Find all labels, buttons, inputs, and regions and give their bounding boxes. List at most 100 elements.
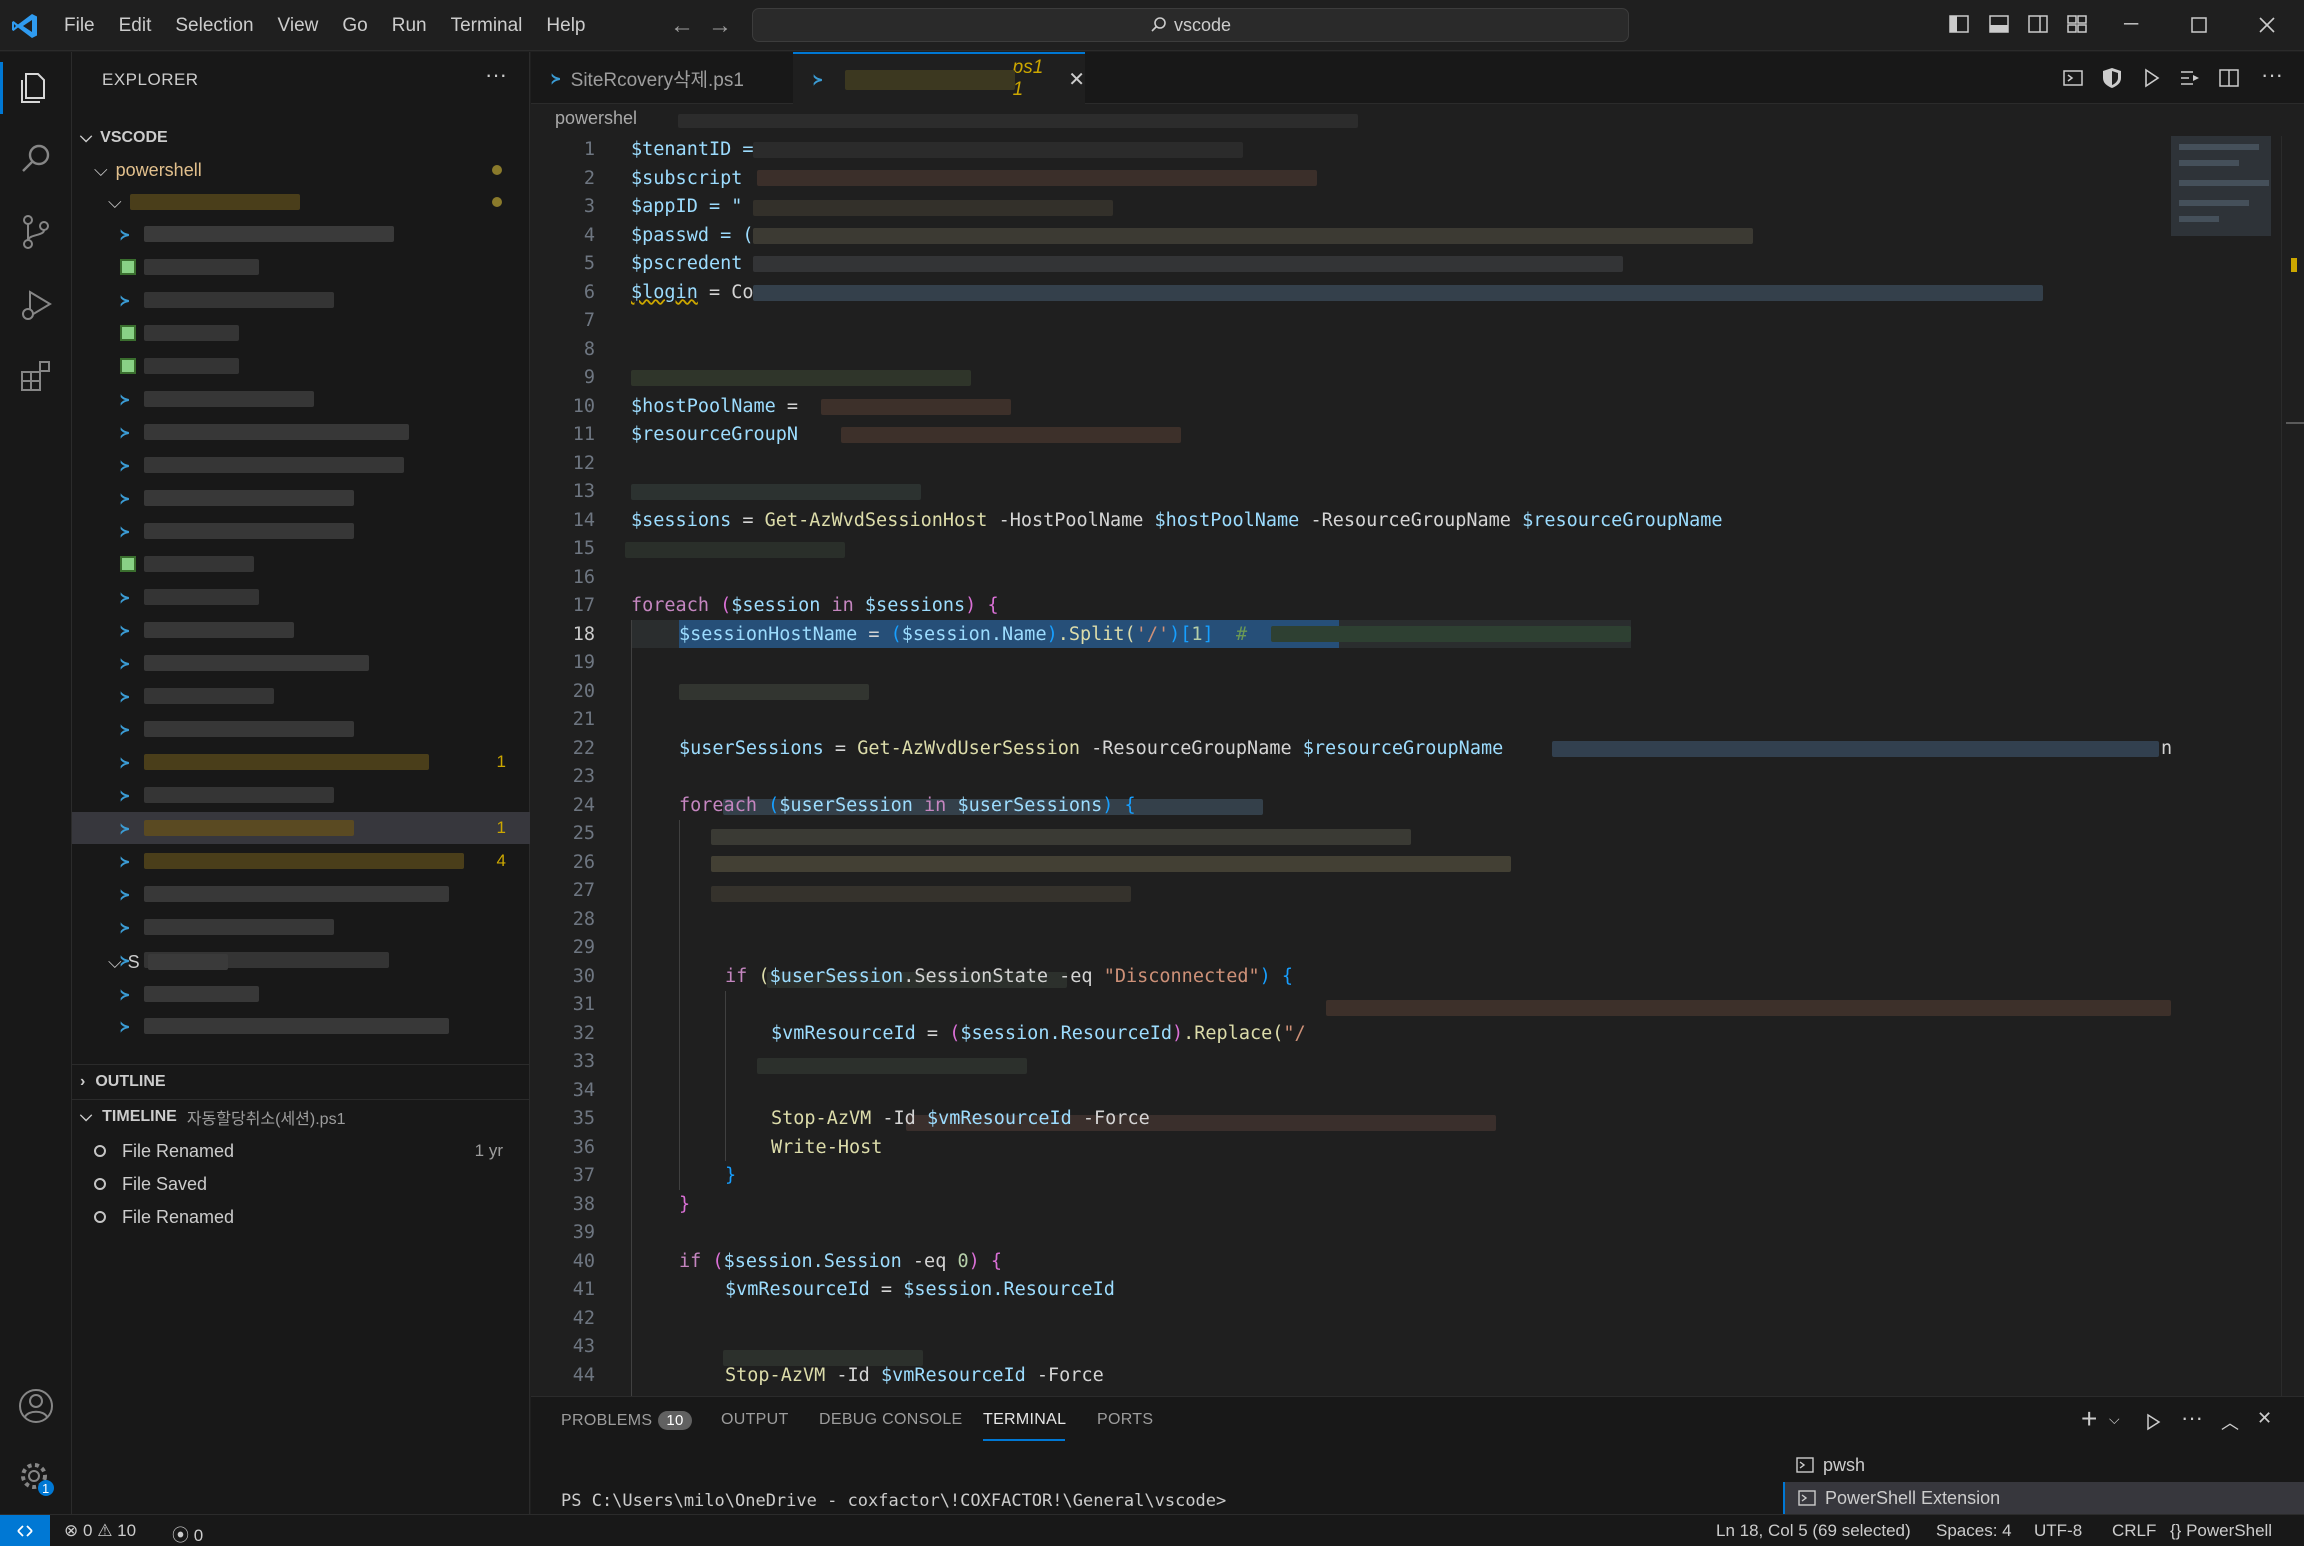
tab-ports[interactable]: PORTS xyxy=(1097,1411,1153,1429)
source-control-icon[interactable] xyxy=(16,212,56,252)
shield-icon[interactable] xyxy=(2101,66,2123,90)
back-arrow-icon[interactable]: ← xyxy=(670,12,694,40)
file-row[interactable]: ≻ xyxy=(72,383,530,415)
file-row[interactable]: ≻ xyxy=(72,449,530,481)
menu-run[interactable]: Run xyxy=(392,15,427,37)
customize-layout-icon[interactable] xyxy=(2066,13,2088,35)
file-row[interactable]: ≻ xyxy=(72,581,530,613)
more-actions-icon[interactable]: ··· xyxy=(485,62,507,88)
tab-siterecovery[interactable]: ≻ SiteRcovery삭제.ps1 xyxy=(531,52,793,104)
menu-help[interactable]: Help xyxy=(546,15,585,37)
minimap[interactable] xyxy=(2171,136,2304,1396)
run-debug-icon[interactable] xyxy=(16,284,56,324)
line-number: 42 xyxy=(572,1307,595,1329)
file-row[interactable]: ≻ 1 xyxy=(72,812,530,844)
redacted xyxy=(753,200,1113,216)
file-row[interactable]: ≻ xyxy=(72,284,530,316)
outline-section[interactable]: › OUTLINE xyxy=(72,1066,530,1098)
breadcrumb[interactable]: powershel xyxy=(555,108,637,129)
minimize-icon[interactable]: ─ xyxy=(2124,13,2138,36)
file-row[interactable]: ≻ xyxy=(72,218,530,250)
accounts-icon[interactable] xyxy=(16,1386,56,1426)
file-row[interactable] xyxy=(72,251,530,283)
file-row[interactable]: ≻ xyxy=(72,614,530,646)
timeline-item-time: 1 yr xyxy=(474,1141,503,1160)
run-selection-icon[interactable] xyxy=(2179,67,2201,89)
tab-problems[interactable]: PROBLEMS 10 xyxy=(561,1411,692,1430)
file-row[interactable]: ≻ 4 xyxy=(72,845,530,877)
indentation[interactable]: Spaces: 4 xyxy=(1936,1521,2012,1541)
timeline-item[interactable]: File Renamed xyxy=(94,1136,234,1166)
search-sidebar-icon[interactable] xyxy=(16,140,56,180)
file-row[interactable]: ≻ xyxy=(72,713,530,745)
run-terminal-icon[interactable] xyxy=(2143,1412,2163,1432)
file-row[interactable] xyxy=(72,548,530,580)
ports-status[interactable]: ⦿ 0 xyxy=(172,1521,203,1546)
menu-file[interactable]: File xyxy=(64,15,95,37)
command-center-search[interactable]: vscode xyxy=(752,8,1629,42)
file-row[interactable]: ≻ xyxy=(72,1010,530,1042)
terminal-item-pwsh[interactable]: pwsh xyxy=(1783,1449,2304,1481)
folder-powershell[interactable]: ⌵ powershell xyxy=(72,154,530,186)
file-row[interactable]: ≻ xyxy=(72,647,530,679)
file-row[interactable]: ≻ xyxy=(72,680,530,712)
editor-more-icon[interactable]: ··· xyxy=(2261,62,2283,88)
file-row[interactable]: ≻ xyxy=(72,878,530,910)
problems-status[interactable]: ⊗ 0 ⚠ 10 xyxy=(64,1521,136,1541)
subfolder-s[interactable]: ⌵ S xyxy=(72,946,530,978)
file-row[interactable]: ≻ xyxy=(72,978,530,1010)
cursor-position[interactable]: Ln 18, Col 5 (69 selected) xyxy=(1716,1521,1911,1541)
timeline-item[interactable]: File Saved xyxy=(94,1169,207,1199)
workspace-root[interactable]: ⌵ VSCODE xyxy=(72,122,530,154)
file-row[interactable]: ≻ xyxy=(72,416,530,448)
powershell-console-icon[interactable] xyxy=(2062,67,2084,89)
file-row[interactable] xyxy=(72,350,530,382)
tab-output[interactable]: OUTPUT xyxy=(721,1411,789,1429)
terminal-prompt[interactable]: PS C:\Users\milo\OneDrive - coxfactor\!C… xyxy=(561,1491,1226,1511)
remote-indicator[interactable] xyxy=(0,1515,50,1546)
menu-go[interactable]: Go xyxy=(342,15,367,37)
redacted xyxy=(631,484,921,500)
manage-gear-icon[interactable] xyxy=(16,1458,56,1498)
tab-active-file[interactable]: ≻ ps1 1 ✕ xyxy=(793,52,1085,104)
split-editor-icon[interactable] xyxy=(2218,67,2240,89)
run-icon[interactable] xyxy=(2140,67,2162,89)
toggle-panel-icon[interactable] xyxy=(1988,13,2010,35)
eol[interactable]: CRLF xyxy=(2112,1521,2156,1541)
toggle-secondary-sidebar-icon[interactable] xyxy=(2027,13,2049,35)
close-panel-icon[interactable]: ✕ xyxy=(2257,1408,2272,1429)
new-terminal-icon[interactable]: + xyxy=(2081,1403,2097,1435)
panel-more-icon[interactable]: ··· xyxy=(2181,1405,2203,1431)
tab-debug-console[interactable]: DEBUG CONSOLE xyxy=(819,1411,963,1429)
file-row[interactable]: ≻ xyxy=(72,779,530,811)
scrollbar-track[interactable] xyxy=(2281,136,2282,1396)
subfolder-row[interactable]: ⌵ xyxy=(72,186,530,218)
terminal-item-powershell-extension[interactable]: PowerShell Extension xyxy=(1783,1482,2304,1514)
maximize-icon[interactable] xyxy=(2190,16,2208,34)
activity-bar: 1 xyxy=(0,52,72,1514)
close-tab-icon[interactable]: ✕ xyxy=(1068,67,1085,92)
file-row[interactable]: ≻ xyxy=(72,515,530,547)
timeline-section[interactable]: ⌵ TIMELINE 자동할당취소(세션).ps1 xyxy=(72,1101,530,1133)
timeline-item[interactable]: File Renamed xyxy=(94,1202,234,1232)
menu-view[interactable]: View xyxy=(278,15,319,37)
forward-arrow-icon[interactable]: → xyxy=(708,12,732,40)
explorer-icon[interactable] xyxy=(16,68,56,108)
menu-terminal[interactable]: Terminal xyxy=(451,15,523,37)
language-mode[interactable]: {} PowerShell xyxy=(2170,1521,2272,1541)
toggle-primary-sidebar-icon[interactable] xyxy=(1948,13,1970,35)
tab-terminal[interactable]: TERMINAL xyxy=(983,1411,1066,1429)
file-row[interactable] xyxy=(72,317,530,349)
line-number: 6 xyxy=(583,281,595,303)
code-editor[interactable]: 1 2 3 4 5 6 7 8 9 10 11 12 13 14 15 16 17 18 19 20 21 22 23 24 2… xyxy=(531,136,2171,1446)
menu-edit[interactable]: Edit xyxy=(119,15,152,37)
close-window-icon[interactable] xyxy=(2258,16,2276,34)
extensions-icon[interactable] xyxy=(16,356,56,396)
maximize-panel-icon[interactable]: ︿ xyxy=(2221,1409,2239,1435)
file-row[interactable]: ≻ xyxy=(72,911,530,943)
file-row[interactable]: ≻ xyxy=(72,482,530,514)
chevron-down-icon[interactable]: ⌵ xyxy=(2109,1411,2120,1428)
file-row[interactable]: ≻ 1 xyxy=(72,746,530,778)
menu-selection[interactable]: Selection xyxy=(175,15,253,37)
encoding[interactable]: UTF-8 xyxy=(2034,1521,2082,1541)
